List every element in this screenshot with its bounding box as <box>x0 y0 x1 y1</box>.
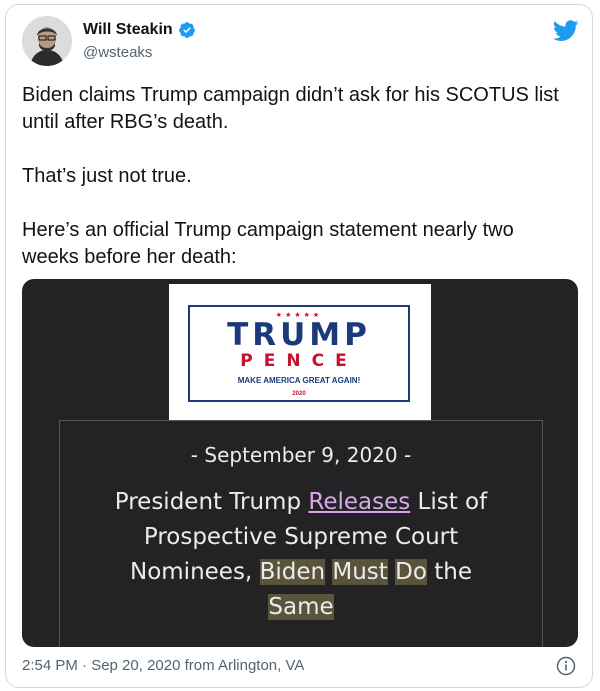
logo-year: 2020 <box>288 391 310 397</box>
avatar[interactable] <box>22 16 72 66</box>
headline-line-2: Prospective Supreme Court <box>143 524 459 550</box>
headline-line-4: Same <box>60 590 542 625</box>
logo-year-wrap: 2020 <box>190 391 408 397</box>
author-handle[interactable]: @wsteaks <box>83 44 152 61</box>
statement-box: - September 9, 2020 - President Trump Re… <box>59 420 543 647</box>
info-icon[interactable] <box>556 656 576 681</box>
highlight-must: Must <box>332 559 388 585</box>
highlight-biden: Biden <box>259 559 326 585</box>
campaign-logo: ★★★★★ TRUMP PENCE MAKE AMERICA GREAT AGA… <box>169 284 431 421</box>
tweet-text: Biden claims Trump campaign didn’t ask f… <box>22 82 572 298</box>
verified-badge-icon <box>178 22 195 38</box>
headline-part-1: President Trump <box>114 489 309 515</box>
statement-headline: President Trump Releases List of Prospec… <box>60 485 542 625</box>
statement-date: - September 9, 2020 - <box>190 443 412 467</box>
tweet-timestamp[interactable]: 2:54 PM · Sep 20, 2020 from Arlington, V… <box>22 657 304 674</box>
headline-line-3: Nominees, Biden Must Do the <box>60 555 542 590</box>
logo-frame: ★★★★★ TRUMP PENCE MAKE AMERICA GREAT AGA… <box>188 305 410 402</box>
headline-line-3-start: Nominees, <box>130 559 260 585</box>
logo-slogan: MAKE AMERICA GREAT AGAIN! <box>237 376 361 385</box>
author-name[interactable]: Will Steakin <box>83 21 196 39</box>
headline-part-2: List of <box>410 489 488 515</box>
headline-link-releases[interactable]: Releases <box>308 489 410 515</box>
logo-trump: TRUMP <box>227 317 371 353</box>
tweet-paragraph-1: Biden claims Trump campaign didn’t ask f… <box>22 84 559 133</box>
twitter-bird-icon[interactable] <box>552 20 579 47</box>
highlight-do: Do <box>395 559 427 585</box>
tweet-paragraph-2: That’s just not true. <box>22 165 192 187</box>
headline-line-1: President Trump Releases List of <box>60 485 542 520</box>
avatar-portrait-icon <box>22 16 72 66</box>
tweet-paragraph-3: Here’s an official Trump campaign statem… <box>22 219 514 268</box>
highlight-same: Same <box>268 594 334 620</box>
author-name-text[interactable]: Will Steakin <box>83 21 173 39</box>
logo-pence: PENCE <box>240 351 358 371</box>
headline-line-3-end: the <box>426 559 472 585</box>
tweet-media-image[interactable]: ★★★★★ TRUMP PENCE MAKE AMERICA GREAT AGA… <box>22 279 578 647</box>
